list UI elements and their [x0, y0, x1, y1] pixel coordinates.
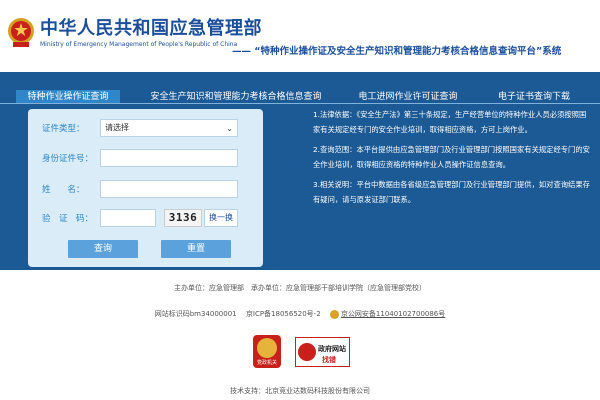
- gov-site-logo-icon: [298, 343, 316, 361]
- name-label: 姓 名：: [42, 185, 85, 195]
- info-panel: 1.法律依据：《安全生产法》第三十条规定，生产经营单位的特种作业人员必须按照国家…: [313, 108, 593, 213]
- tab-electrician-license[interactable]: 电工进网作业许可证查询: [356, 90, 460, 104]
- name-input[interactable]: [100, 180, 238, 198]
- tab-special-operation[interactable]: 特种作业操作证查询: [16, 90, 120, 104]
- captcha-label: 验 证 码：: [42, 214, 94, 224]
- query-form: 证件类型： 请选择 ⌄ 身份证件号： 姓 名： 验 证 码： 3136 换一换 …: [28, 109, 263, 267]
- gov-site-label: 政府网站: [318, 345, 346, 353]
- main-band: 特种作业操作证查询 安全生产知识和管理能力考核合格信息查询 电工进网作业许可证查…: [0, 72, 600, 270]
- tab-e-certificate[interactable]: 电子证书查询下载: [494, 90, 574, 104]
- chevron-down-icon: ⌄: [226, 124, 233, 133]
- police-record-link[interactable]: 京公网安备11040102700086号: [341, 310, 445, 318]
- ministry-name-en: Ministry of Emergency Management of Peop…: [40, 41, 238, 48]
- cert-type-select[interactable]: 请选择 ⌄: [100, 119, 238, 137]
- id-label: 身份证件号：: [42, 154, 94, 164]
- captcha-row: 验 证 码： 3136 换一换: [28, 209, 263, 227]
- cert-type-value: 请选择: [105, 123, 129, 132]
- id-number-input[interactable]: [100, 149, 238, 167]
- footer-tech-support: 技术支持：北京竞业达数码科技股份有限公司: [230, 387, 370, 395]
- gov-site-error-badge[interactable]: 政府网站 找错: [295, 337, 350, 367]
- tab-bar: 特种作业操作证查询 安全生产知识和管理能力考核合格信息查询 电工进网作业许可证查…: [0, 90, 600, 104]
- name-row: 姓 名：: [28, 180, 263, 198]
- ministry-name: 中华人民共和国应急管理部: [40, 18, 262, 39]
- info-query-scope: 2.查询范围：本平台提供由应急管理部门及行业管理部门按照国家有关规定经专门的安全…: [313, 145, 590, 169]
- captcha-image: 3136: [164, 209, 202, 227]
- icp-link[interactable]: 京ICP备18056520号-2: [246, 310, 321, 318]
- tab-divider: [0, 103, 600, 104]
- reset-button[interactable]: 重置: [161, 240, 231, 258]
- captcha-input[interactable]: [100, 209, 156, 227]
- footer-registration: 网站标识码bm34000001 京ICP备18056520号-2 京公网安备11…: [0, 309, 600, 319]
- info-notes: 3.相关说明：平台中数据由各省级应急管理部门及行业管理部门提供，如对查询结果存有…: [313, 180, 590, 204]
- captcha-refresh-button[interactable]: 换一换: [204, 209, 238, 227]
- id-row: 身份证件号：: [28, 149, 263, 167]
- tab-safety-knowledge[interactable]: 安全生产知识和管理能力考核合格信息查询: [148, 90, 324, 104]
- national-emblem-icon: [8, 18, 34, 47]
- cert-type-row: 证件类型： 请选择 ⌄: [28, 119, 263, 137]
- cert-type-label: 证件类型：: [42, 124, 85, 134]
- gov-site-error-label: 找错: [322, 356, 336, 364]
- police-badge-icon: [329, 309, 339, 319]
- party-badge-label: 党政机关: [256, 360, 277, 366]
- site-header: 中华人民共和国应急管理部 Ministry of Emergency Manag…: [0, 0, 600, 72]
- system-title: —— “特种作业操作证及安全生产知识和管理能力考核合格信息查询平台”系统: [232, 46, 562, 57]
- party-emblem-icon: [257, 338, 277, 358]
- button-row: 查询 重置: [28, 240, 263, 258]
- footer-sponsor: 主办单位：应急管理部 承办单位：应急管理部干部培训学院（应急管理部党校）: [174, 284, 426, 292]
- query-button[interactable]: 查询: [68, 240, 138, 258]
- info-legal-basis: 1.法律依据：《安全生产法》第三十条规定，生产经营单位的特种作业人员必须按照国家…: [313, 110, 587, 134]
- party-gov-badge[interactable]: 党政机关: [253, 335, 281, 368]
- site-id: 网站标识码bm34000001: [154, 310, 237, 318]
